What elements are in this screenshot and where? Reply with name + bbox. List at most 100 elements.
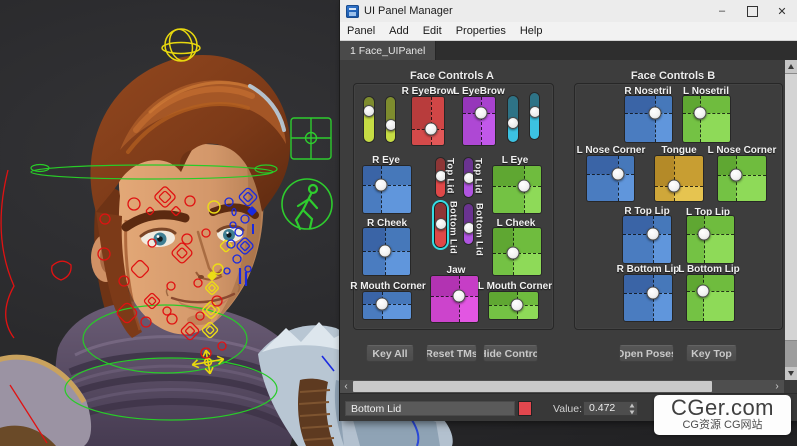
vertical-scroll-thumb[interactable] [785,73,797,341]
r-top-lip-knob[interactable] [646,227,659,240]
r-eyebrow-pad[interactable] [412,97,444,145]
panel-content: Face Controls AR EyeBrowL EyeBrowR EyeL … [340,60,797,380]
l-mouth-corner-knob[interactable] [510,298,523,311]
scroll-left-button[interactable]: ‹ [340,380,352,393]
l-nose-corner-knob[interactable] [730,168,743,181]
r-eye-knob[interactable] [375,178,388,191]
l-nosetril-knob[interactable] [693,107,706,120]
maximize-icon [747,6,758,17]
l-top-lip-knob[interactable] [697,227,710,240]
jaw-pad[interactable] [431,276,478,322]
r-top-lip-pad[interactable] [623,216,671,263]
r-eye-pad[interactable] [363,166,411,213]
minimize-button[interactable]: – [707,0,737,22]
tongue-pad[interactable] [655,156,703,201]
r-eyebrow-outer-knob[interactable] [386,119,395,131]
menu-help[interactable]: Help [513,25,550,37]
l-eye-knob[interactable] [518,180,531,193]
vertical-scrollbar[interactable] [785,60,797,380]
r-nosetril-pad[interactable] [625,96,672,142]
watermark: CGer.com CG资源 CG网站 [654,395,791,435]
key-top-button[interactable]: Key Top [686,345,737,362]
l-eyebrow-pad[interactable] [463,97,495,145]
menu-bar: PanelAddEditPropertiesHelp [340,22,797,41]
l-nose-corner-knob[interactable] [612,168,625,181]
hide-control-button[interactable]: Hide Control [483,345,538,362]
r-eyebrow-inner-knob[interactable] [364,105,374,117]
l-nose-corner-pad[interactable] [718,156,766,201]
l-eyebrow-label: L EyeBrow [453,87,505,97]
bottom-lid-label: Bottom Lid [448,201,458,254]
menu-panel[interactable]: Panel [340,25,382,37]
spinner-arrows-icon[interactable] [629,403,635,415]
r-eyebrow-label: R EyeBrow [402,87,455,97]
menu-add[interactable]: Add [382,25,416,37]
tongue-label: Tongue [661,146,696,156]
l-top-lip-pad[interactable] [687,216,734,263]
close-button[interactable]: ✕ [767,0,797,22]
l-nosetril-pad[interactable] [683,96,730,142]
r-mouth-corner-knob[interactable] [376,297,389,310]
tab-bar: 1 Face_UIPanel [340,41,797,60]
l-nose-corner-pad[interactable] [587,156,634,201]
bottom-lid-slider[interactable] [464,204,473,244]
top-lid-knob[interactable] [436,170,445,182]
l-eyebrow-inner-slider[interactable] [508,96,518,142]
l-mouth-corner-pad[interactable] [489,292,538,319]
r-eyebrow-knob[interactable] [424,123,437,136]
maximize-button[interactable] [737,0,767,22]
l-eye-pad[interactable] [493,166,541,213]
r-bottom-lip-pad[interactable] [624,275,672,321]
bottom-lid-knob[interactable] [435,218,446,230]
l-eyebrow-inner-knob[interactable] [508,117,518,129]
r-mouth-corner-label: R Mouth Corner [350,282,426,292]
r-eyebrow-outer-slider[interactable] [386,97,395,142]
window-title: UI Panel Manager [364,5,453,17]
l-eyebrow-outer-slider[interactable] [530,93,539,139]
horizontal-scrollbar[interactable]: ‹ › [340,380,797,393]
r-bottom-lip-knob[interactable] [646,286,659,299]
l-cheek-pad[interactable] [493,228,541,275]
scroll-up-button[interactable] [785,60,797,73]
jaw-knob[interactable] [453,289,466,302]
value-spinner[interactable]: 0.472 [583,401,638,416]
top-lid-slider[interactable] [464,158,473,197]
watermark-subtitle: CG资源 CG网站 [682,419,762,432]
horizontal-scroll-thumb[interactable] [353,381,712,392]
tab-face-uipanel[interactable]: 1 Face_UIPanel [340,41,436,60]
arrow-down-icon [788,371,794,376]
menu-edit[interactable]: Edit [416,25,449,37]
ui-panel-manager-window: UI Panel Manager – ✕ PanelAddEditPropert… [340,0,797,420]
l-eye-label: L Eye [502,156,529,166]
r-cheek-knob[interactable] [379,245,392,258]
r-bottom-lip-label: R Bottom Lip [617,265,680,275]
l-bottom-lip-knob[interactable] [696,285,709,298]
tongue-knob[interactable] [668,180,681,193]
reset-tms-button[interactable]: Reset TMs [426,345,477,362]
r-mouth-corner-pad[interactable] [363,292,411,319]
scroll-down-button[interactable] [785,367,797,380]
top-lid-slider[interactable] [436,158,445,197]
menu-properties[interactable]: Properties [449,25,513,37]
r-cheek-pad[interactable] [363,228,410,275]
control-name-field[interactable]: Bottom Lid [345,401,515,416]
key-all-button[interactable]: Key All [366,345,414,362]
watermark-title: CGer.com [671,397,774,419]
scroll-right-button[interactable]: › [771,380,783,393]
top-lid-label: Top Lid [445,158,455,194]
bottom-lid-knob[interactable] [464,222,473,234]
r-eyebrow-inner-slider[interactable] [364,97,374,142]
open-poses-button[interactable]: Open Poses [619,345,674,362]
top-lid-knob[interactable] [464,172,473,184]
l-cheek-knob[interactable] [507,246,520,259]
value-label: Value: [553,403,582,415]
bottom-lid-slider[interactable] [435,203,446,247]
color-swatch[interactable] [518,401,532,416]
l-bottom-lip-pad[interactable] [687,275,734,321]
r-nosetril-knob[interactable] [649,107,662,120]
groupbox-face-controls-b [574,83,783,330]
title-bar[interactable]: UI Panel Manager – ✕ [340,0,797,22]
l-eyebrow-knob[interactable] [474,106,487,119]
l-eyebrow-outer-knob[interactable] [530,106,539,118]
app-icon [346,5,359,18]
